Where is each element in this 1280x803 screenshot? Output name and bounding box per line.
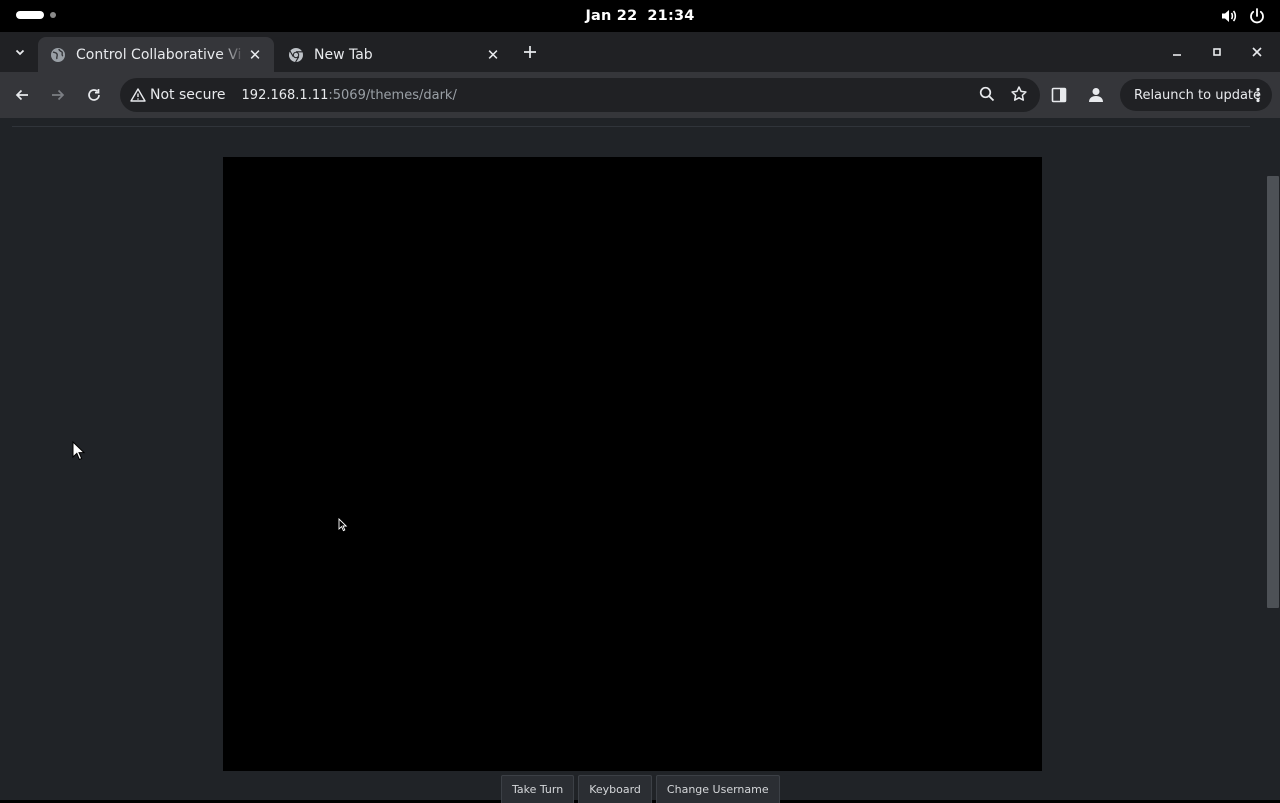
url-path: :5069/themes/dark/ xyxy=(328,87,457,103)
page-content: Take Turn Keyboard Change Username xyxy=(0,118,1266,803)
globe-icon xyxy=(50,47,66,63)
power-icon[interactable] xyxy=(1248,7,1266,25)
tab-new-tab[interactable]: New Tab ✕ xyxy=(276,37,512,72)
viewer-controls: Take Turn Keyboard Change Username xyxy=(501,775,780,803)
relaunch-label: Relaunch to update xyxy=(1134,87,1262,103)
bookmark-star-icon[interactable] xyxy=(1010,85,1028,107)
remote-screen-viewer[interactable] xyxy=(223,157,1042,771)
system-tray[interactable] xyxy=(1220,7,1266,25)
address-bar[interactable]: Not secure 192.168.1.11:5069/themes/dark… xyxy=(120,78,1040,112)
tab-search-button[interactable] xyxy=(6,38,34,66)
page-scrollbar[interactable] xyxy=(1266,118,1280,800)
profile-avatar-icon[interactable] xyxy=(1086,85,1106,109)
header-divider xyxy=(12,126,1250,127)
tab-close-icon[interactable]: ✕ xyxy=(484,46,502,64)
clock[interactable]: Jan 22 21:34 xyxy=(0,0,1280,32)
warning-triangle-icon xyxy=(130,88,146,102)
reload-icon[interactable] xyxy=(80,81,108,109)
tab-control-collaborative[interactable]: Control Collaborative Vi ✕ xyxy=(38,37,274,72)
mouse-pointer-icon xyxy=(72,441,86,461)
security-indicator[interactable]: Not secure xyxy=(120,87,242,103)
scrollbar-thumb[interactable] xyxy=(1267,176,1279,608)
tab-title: Control Collaborative Vi xyxy=(76,46,242,63)
forward-arrow-icon[interactable] xyxy=(44,81,72,109)
chevron-down-icon xyxy=(15,49,25,56)
system-top-bar: Jan 22 21:34 xyxy=(0,0,1280,32)
volume-icon[interactable] xyxy=(1220,7,1238,25)
relaunch-to-update-button[interactable]: Relaunch to update xyxy=(1120,79,1272,111)
clock-date: Jan 22 xyxy=(585,8,638,24)
close-window-icon[interactable] xyxy=(1248,32,1266,72)
not-secure-label: Not secure xyxy=(150,87,226,103)
minimize-window-icon[interactable] xyxy=(1168,32,1186,72)
menu-kebab-icon[interactable] xyxy=(1256,87,1260,107)
new-tab-plus-icon[interactable] xyxy=(517,39,543,65)
clock-time: 21:34 xyxy=(647,8,695,24)
remote-pointer-icon xyxy=(338,518,348,532)
side-panel-icon[interactable] xyxy=(1050,86,1068,108)
tab-title: New Tab xyxy=(314,46,373,63)
take-turn-button[interactable]: Take Turn xyxy=(501,775,575,803)
keyboard-button[interactable]: Keyboard xyxy=(578,775,652,803)
tab-close-icon[interactable]: ✕ xyxy=(246,46,264,64)
change-username-button[interactable]: Change Username xyxy=(655,775,780,803)
url-host: 192.168.1.11 xyxy=(241,87,329,103)
browser-toolbar: Not secure 192.168.1.11:5069/themes/dark… xyxy=(0,72,1280,118)
zoom-magnifier-icon[interactable] xyxy=(978,85,996,107)
chrome-icon xyxy=(288,47,304,63)
maximize-window-icon[interactable] xyxy=(1208,32,1226,72)
back-arrow-icon[interactable] xyxy=(8,81,36,109)
tab-strip: Control Collaborative Vi ✕ New Tab ✕ xyxy=(0,32,1280,72)
